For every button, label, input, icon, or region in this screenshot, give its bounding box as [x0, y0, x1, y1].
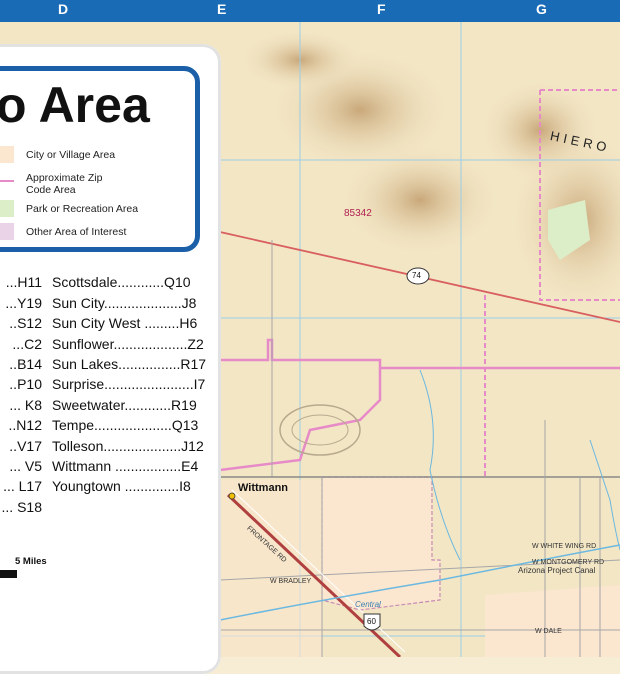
index-entry-wittmann: Wittmann .................E4	[52, 458, 199, 474]
street-dale: W DALE	[535, 628, 562, 635]
grid-column-e: E	[217, 1, 227, 17]
index-entry-tempe: Tempe....................Q13	[52, 417, 199, 433]
index-entry-sun-lakes: Sun Lakes................R17	[52, 356, 207, 372]
grid-column-g: G	[536, 1, 547, 17]
legend-label-other: Other Area of Interest	[26, 226, 127, 238]
wittmann-dot	[228, 492, 236, 500]
index-left-entry: ...Y19	[5, 295, 42, 311]
swatch-park	[0, 200, 14, 217]
index-left-entry: ..V17	[9, 438, 42, 454]
index-left-entry: ..S12	[9, 315, 42, 331]
grid-header-bar: D E F G	[0, 0, 620, 22]
route-74-label: 74	[412, 271, 421, 280]
swatch-other	[0, 223, 14, 240]
index-entry-tolleson: Tolleson....................J12	[52, 438, 204, 454]
index-left-entry: ..B14	[9, 356, 42, 372]
index-entry-youngtown: Youngtown ..............I8	[52, 478, 191, 494]
index-left-entry: ... S18	[1, 499, 42, 515]
mountain-shade	[340, 145, 500, 255]
legend-label-zip: Approximate Zip Code Area	[26, 172, 103, 196]
index-left-entry: ... K8	[9, 397, 42, 413]
index-entry-sun-city: Sun City....................J8	[52, 295, 197, 311]
index-entry-sweetwater: Sweetwater............R19	[52, 397, 197, 413]
central-label: Central	[355, 600, 381, 609]
index-left-entry: ... L17	[3, 478, 42, 494]
swatch-city	[0, 146, 14, 163]
index-left-entry: ...C2	[12, 336, 42, 352]
index-entry-sun-city-west: Sun City West .........H6	[52, 315, 198, 331]
index-left-entry: ... V5	[9, 458, 42, 474]
canal-label: Arizona Project Canal	[518, 566, 596, 575]
index-left-entry: ...H11	[5, 274, 42, 290]
index-entry-scottsdale: Scottsdale............Q10	[52, 274, 191, 290]
legend-title: o Area	[0, 77, 150, 133]
street-bradley: W BRADLEY	[270, 578, 312, 585]
street-montgomery: W MONTGOMERY RD	[532, 559, 605, 566]
index-left-entry: ..P10	[9, 376, 42, 392]
index-entry-sunflower: Sunflower...................Z2	[52, 336, 204, 352]
scale-bar	[0, 570, 17, 578]
index-left-entry: ..N12	[8, 417, 42, 433]
swatch-zip	[0, 180, 14, 182]
legend-label-park: Park or Recreation Area	[26, 203, 139, 215]
route-60-label: 60	[367, 617, 376, 626]
town-label-wittmann: Wittmann	[238, 482, 289, 494]
grid-column-f: F	[377, 1, 386, 17]
street-white-wing: W WHITE WING RD	[532, 543, 597, 550]
scale-label: 5 Miles	[15, 556, 47, 567]
legend-label-city: City or Village Area	[26, 149, 116, 161]
index-entry-surprise: Surprise.......................I7	[52, 376, 206, 392]
zip-label: 85342	[344, 208, 372, 219]
grid-column-d: D	[58, 1, 69, 17]
